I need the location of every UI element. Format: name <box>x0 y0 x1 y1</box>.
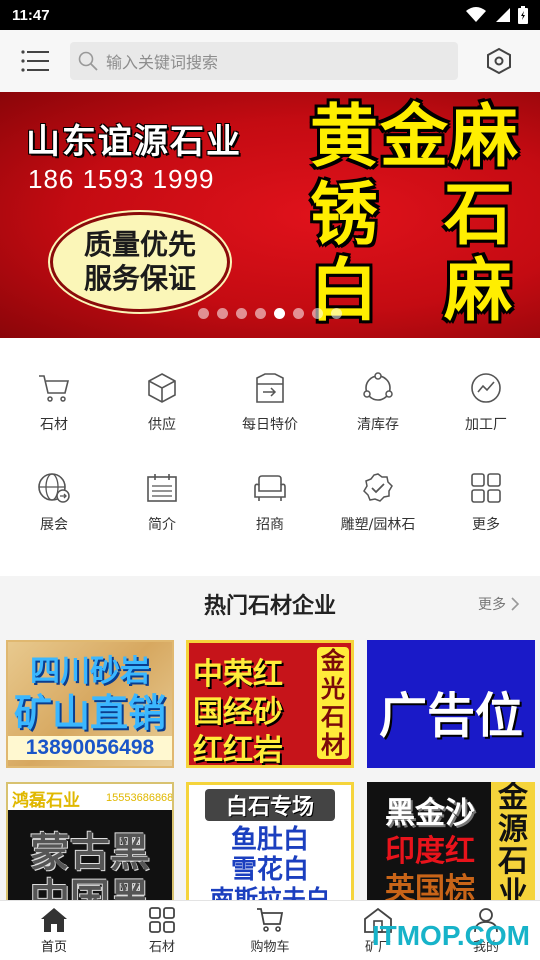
system-icons <box>466 6 528 24</box>
search-placeholder: 输入关键词搜索 <box>106 53 219 72</box>
wifi-icon <box>466 7 486 22</box>
grid-item-label: 雕塑/园林石 <box>340 517 416 533</box>
tile-line-3: 南斯拉夫白 <box>210 885 330 900</box>
carousel-dot[interactable] <box>312 308 323 319</box>
grid-item-label: 更多 <box>472 517 500 533</box>
banner-big-row-2-right: 石 <box>444 176 513 255</box>
grid-item-label: 加工厂 <box>465 417 507 433</box>
category-grid: 石材 供应 每日特价 清库存 加工厂 展会 简介 招商 雕塑/园林石 更多 <box>0 346 540 574</box>
tile-line-2: 中国黑 <box>30 876 150 900</box>
grid-item-label: 清库存 <box>357 417 399 433</box>
enterprise-tile[interactable]: 中荣红 国经砂 红红岩 金光石材 <box>186 640 354 768</box>
shopping-cart-icon <box>257 907 284 932</box>
network-icon <box>360 370 396 406</box>
tile-header: 鸿磊石业 <box>12 791 80 811</box>
grid-item-label: 展会 <box>40 517 68 533</box>
slogan-line-1: 质量优先 <box>83 228 196 261</box>
carousel-dot[interactable] <box>217 308 228 319</box>
tile-line-3: 英国棕 <box>385 872 475 900</box>
tile-line-1: 广告位 <box>378 688 523 744</box>
top-header: 输入关键词搜索 <box>0 30 540 92</box>
cart-icon <box>36 370 72 406</box>
carousel-dots <box>0 308 540 319</box>
menu-button[interactable] <box>0 30 70 92</box>
grid-item-sculpture[interactable]: 雕塑/园林石 <box>324 458 432 558</box>
carousel-dot[interactable] <box>236 308 247 319</box>
globe-icon <box>36 470 72 506</box>
calendar-icon <box>144 470 180 506</box>
enterprise-tile[interactable]: 广告位 <box>367 640 535 768</box>
menu-icon <box>21 50 49 72</box>
enterprise-tile[interactable]: 白石专场 鱼肚白 雪花白 南斯拉夫白 <box>186 782 354 900</box>
tile-line-3: 红红岩 <box>193 733 283 768</box>
grid-item-more[interactable]: 更多 <box>432 458 540 558</box>
hexagon-settings-icon <box>487 47 511 75</box>
tile-line-2: 矿山直销 <box>13 691 166 735</box>
chevron-right-icon <box>511 597 520 611</box>
grid-item-label: 招商 <box>256 517 284 533</box>
grid-item-label: 石材 <box>40 417 68 433</box>
grid-icon <box>468 470 504 506</box>
more-label: 更多 <box>478 597 506 613</box>
grid-item-intro[interactable]: 简介 <box>108 458 216 558</box>
banner-company: 山东谊源石业 <box>26 122 242 162</box>
carousel-dot[interactable] <box>293 308 304 319</box>
grid-item-factory[interactable]: 加工厂 <box>432 358 540 458</box>
grid-icon <box>149 906 175 933</box>
carousel-dot[interactable] <box>331 308 342 319</box>
carousel-dot[interactable] <box>255 308 266 319</box>
grid-item-stone[interactable]: 石材 <box>0 358 108 458</box>
price-tag-icon <box>252 370 288 406</box>
grid-item-daily-deals[interactable]: 每日特价 <box>216 358 324 458</box>
grid-item-investment[interactable]: 招商 <box>216 458 324 558</box>
more-link[interactable]: 更多 <box>478 594 520 614</box>
tab-stone[interactable]: 石材 <box>108 901 216 960</box>
banner-slogan: 质量优先 服务保证 <box>50 212 230 312</box>
enterprise-tile[interactable]: 黑金沙 印度红 英国棕 金源石业 <box>367 782 535 900</box>
home-icon <box>41 907 67 932</box>
enterprise-tile[interactable]: 四川砂岩 矿山直销 13890056498 <box>6 640 174 768</box>
search-icon <box>78 51 98 71</box>
watermark: ITMOP.COM <box>371 920 530 951</box>
tab-label: 首页 <box>40 939 67 955</box>
box-icon <box>144 370 180 406</box>
tab-label: 购物车 <box>250 939 290 955</box>
grid-item-label: 供应 <box>148 417 176 433</box>
tab-label: 石材 <box>148 939 175 955</box>
battery-icon <box>518 6 528 24</box>
grid-item-label: 简介 <box>148 517 176 533</box>
grid-item-clearance[interactable]: 清库存 <box>324 358 432 458</box>
status-bar: 11:47 <box>0 0 540 30</box>
tile-side: 金光石材 <box>317 647 349 759</box>
grid-item-expo[interactable]: 展会 <box>0 458 108 558</box>
signal-icon <box>496 8 510 22</box>
grid-item-label: 每日特价 <box>242 417 298 433</box>
enterprise-tile[interactable]: 鸿磊石业 15553686868 蒙古黑 中国黑 <box>6 782 174 900</box>
carousel-dot-active[interactable] <box>274 308 285 319</box>
tab-cart[interactable]: 购物车 <box>216 901 324 960</box>
tile-line-3: 13890056498 <box>8 736 172 760</box>
sofa-icon <box>252 470 288 506</box>
enterprise-tiles: 四川砂岩 矿山直销 13890056498 中荣红 国经砂 红红岩 金光石材 广… <box>0 636 540 900</box>
tile-phone: 15553686868 <box>106 792 174 804</box>
banner-big-row-2-left: 锈 <box>310 176 379 255</box>
section-title: 热门石材企业 <box>203 594 336 619</box>
carousel-dot[interactable] <box>198 308 209 319</box>
settings-button[interactable] <box>458 30 540 92</box>
tab-home[interactable]: 首页 <box>0 901 108 960</box>
tile-header: 白石专场 <box>205 789 335 821</box>
status-time: 11:47 <box>12 6 50 24</box>
badge-check-icon <box>360 470 396 506</box>
search-input[interactable]: 输入关键词搜索 <box>70 42 458 80</box>
tile-side: 金源石业 <box>491 782 535 900</box>
banner-phone: 186 1593 1999 <box>28 164 215 194</box>
banner-big-row-1: 黄金麻 <box>310 98 521 177</box>
promo-banner[interactable]: 山东谊源石业 186 1593 1999 质量优先 服务保证 黄金麻 锈 石 白… <box>0 92 540 338</box>
slogan-line-2: 服务保证 <box>83 262 196 295</box>
grid-item-supply[interactable]: 供应 <box>108 358 216 458</box>
chart-circle-icon <box>468 370 504 406</box>
